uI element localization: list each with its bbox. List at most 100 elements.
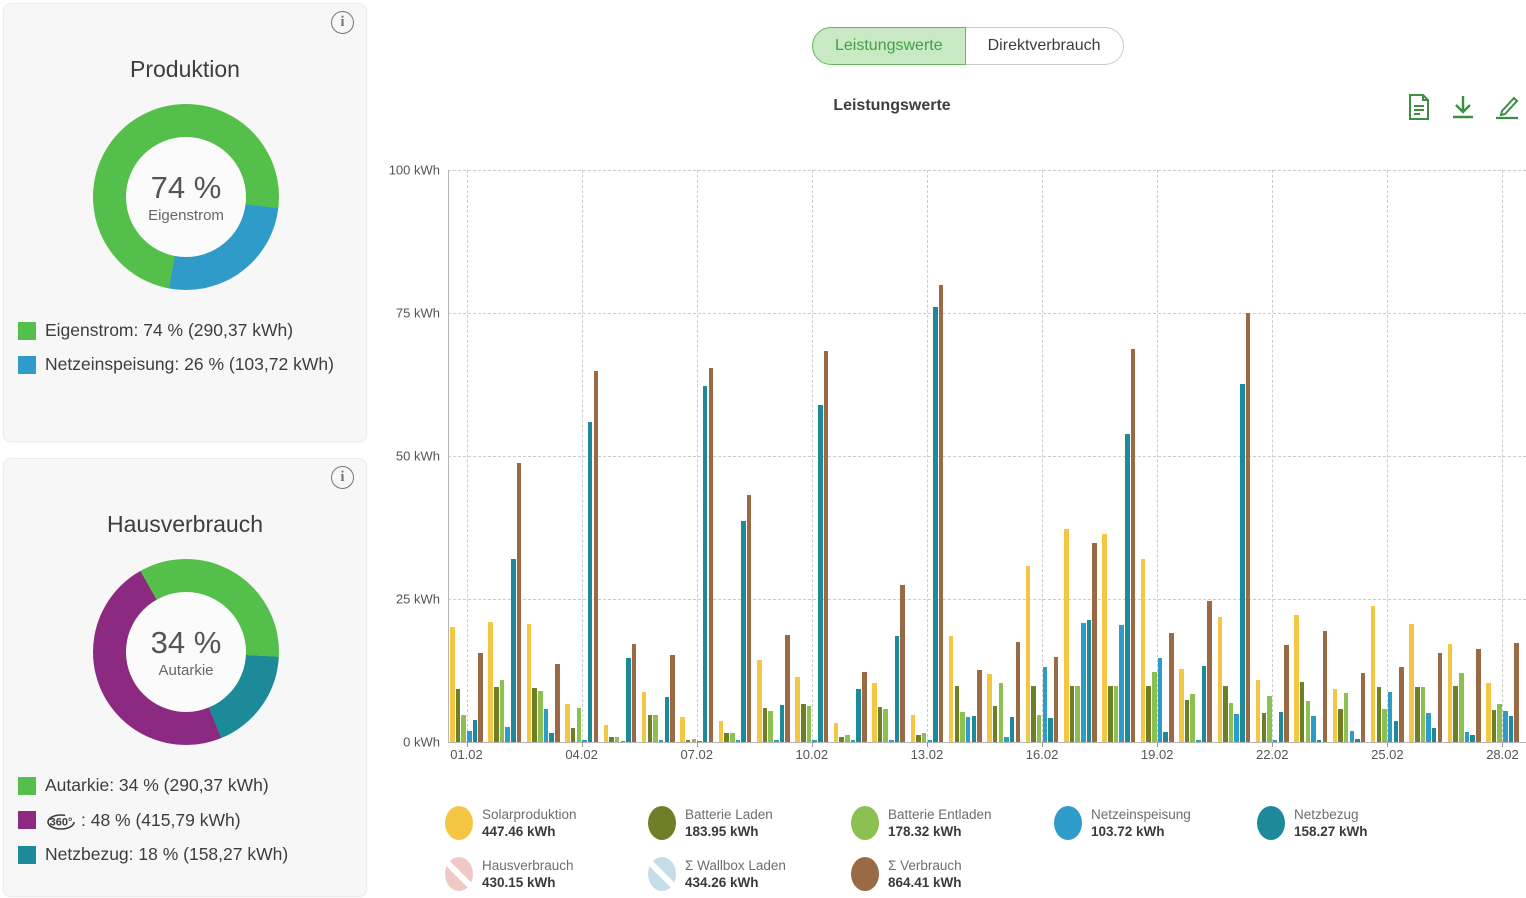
bar-batterie-entladen[interactable]: [692, 739, 697, 742]
chart-legend-item-netzeinspeisung[interactable]: Netzeinspeisung103.72 kWh: [1054, 806, 1191, 840]
bar-solarproduktion[interactable]: [872, 683, 877, 742]
bar-netzbezug[interactable]: [588, 422, 593, 742]
bar-netzeinspeisung[interactable]: [1196, 740, 1201, 742]
bar-netzeinspeisung[interactable]: [851, 740, 856, 742]
bar-netzeinspeisung[interactable]: [1158, 658, 1163, 742]
bar-batterie-laden[interactable]: [955, 686, 960, 742]
bar-netzeinspeisung[interactable]: [467, 731, 472, 742]
bar--verbrauch[interactable]: [785, 635, 790, 743]
bar-batterie-laden[interactable]: [1070, 686, 1075, 742]
bar-netzbezug[interactable]: [1048, 718, 1053, 742]
info-icon[interactable]: i: [331, 11, 354, 34]
bar-netzeinspeisung[interactable]: [697, 741, 702, 742]
bar--verbrauch[interactable]: [555, 664, 560, 742]
bar-batterie-entladen[interactable]: [960, 712, 965, 742]
bar-solarproduktion[interactable]: [1102, 534, 1107, 742]
bar--verbrauch[interactable]: [1207, 601, 1212, 742]
bar-netzbezug[interactable]: [665, 697, 670, 742]
bar-solarproduktion[interactable]: [757, 660, 762, 742]
bar-batterie-entladen[interactable]: [1037, 715, 1042, 742]
bar-batterie-laden[interactable]: [1262, 713, 1267, 742]
bar-netzeinspeisung[interactable]: [1350, 731, 1355, 742]
bar-batterie-laden[interactable]: [532, 688, 537, 742]
bar-netzbezug[interactable]: [1355, 739, 1360, 742]
bar-batterie-laden[interactable]: [1300, 682, 1305, 742]
bar-netzbezug[interactable]: [780, 705, 785, 742]
bar-netzbezug[interactable]: [1087, 620, 1092, 742]
bar--verbrauch[interactable]: [1169, 633, 1174, 742]
chart-legend-item-netzbezug[interactable]: Netzbezug158.27 kWh: [1257, 806, 1368, 840]
bar--verbrauch[interactable]: [939, 285, 944, 742]
bar-batterie-entladen[interactable]: [1152, 672, 1157, 742]
bar-solarproduktion[interactable]: [1371, 606, 1376, 742]
report-icon[interactable]: [1406, 94, 1432, 120]
bar-batterie-entladen[interactable]: [999, 683, 1004, 742]
bar-netzeinspeisung[interactable]: [1465, 732, 1470, 742]
bar-batterie-laden[interactable]: [456, 689, 461, 742]
bar-batterie-entladen[interactable]: [845, 735, 850, 742]
bar-solarproduktion[interactable]: [1218, 617, 1223, 742]
bar--verbrauch[interactable]: [1016, 642, 1021, 742]
bar-netzbezug[interactable]: [1470, 735, 1475, 742]
bar-solarproduktion[interactable]: [565, 704, 570, 742]
bar-solarproduktion[interactable]: [1486, 683, 1491, 742]
bar-batterie-entladen[interactable]: [500, 680, 505, 742]
bar-netzbezug[interactable]: [1394, 721, 1399, 742]
bar-solarproduktion[interactable]: [642, 692, 647, 742]
bar-batterie-entladen[interactable]: [1306, 701, 1311, 742]
bar-netzeinspeisung[interactable]: [582, 740, 587, 742]
bar-netzeinspeisung[interactable]: [1043, 667, 1048, 742]
bar-netzeinspeisung[interactable]: [1503, 711, 1508, 742]
bar-solarproduktion[interactable]: [987, 674, 992, 742]
bar--verbrauch[interactable]: [900, 585, 905, 742]
bar-batterie-entladen[interactable]: [1344, 693, 1349, 742]
bar-netzeinspeisung[interactable]: [621, 741, 626, 742]
bar--verbrauch[interactable]: [1131, 349, 1136, 742]
bar-batterie-entladen[interactable]: [1459, 673, 1464, 742]
bar-batterie-entladen[interactable]: [615, 737, 620, 742]
bar-batterie-laden[interactable]: [494, 687, 499, 742]
bar-batterie-entladen[interactable]: [883, 709, 888, 742]
bar-netzbezug[interactable]: [1240, 384, 1245, 742]
bar--verbrauch[interactable]: [1323, 631, 1328, 742]
bar-netzbezug[interactable]: [1010, 717, 1015, 742]
bar-batterie-entladen[interactable]: [538, 691, 543, 743]
bar-batterie-entladen[interactable]: [922, 733, 927, 742]
bar-batterie-laden[interactable]: [724, 733, 729, 742]
bar-netzeinspeisung[interactable]: [1004, 737, 1009, 742]
bar-batterie-entladen[interactable]: [1421, 687, 1426, 743]
bar-netzbezug[interactable]: [741, 521, 746, 742]
bar-netzbezug[interactable]: [895, 636, 900, 742]
bar-batterie-entladen[interactable]: [653, 715, 658, 742]
bar-batterie-laden[interactable]: [1338, 709, 1343, 742]
bar-solarproduktion[interactable]: [1141, 559, 1146, 742]
bar-batterie-laden[interactable]: [801, 704, 806, 742]
bar-netzbezug[interactable]: [933, 307, 938, 742]
bar-batterie-laden[interactable]: [1453, 686, 1458, 742]
bar--verbrauch[interactable]: [594, 371, 599, 742]
chart-legend-item-batterie-entladen[interactable]: Batterie Entladen178.32 kWh: [851, 806, 992, 840]
bar--verbrauch[interactable]: [1246, 313, 1251, 742]
info-icon[interactable]: i: [331, 466, 354, 489]
bar-netzeinspeisung[interactable]: [1119, 625, 1124, 742]
bar-batterie-entladen[interactable]: [1382, 709, 1387, 742]
bar-netzbezug[interactable]: [1125, 434, 1130, 742]
bar-netzbezug[interactable]: [703, 386, 708, 742]
bar-solarproduktion[interactable]: [719, 721, 724, 742]
bar-batterie-laden[interactable]: [1377, 687, 1382, 743]
bar-batterie-entladen[interactable]: [807, 706, 812, 742]
bar-netzbezug[interactable]: [972, 716, 977, 742]
bar-netzeinspeisung[interactable]: [1234, 714, 1239, 742]
bar-netzbezug[interactable]: [1279, 712, 1284, 742]
bar-netzbezug[interactable]: [549, 733, 554, 742]
bar-batterie-entladen[interactable]: [730, 733, 735, 742]
edit-icon[interactable]: [1494, 94, 1520, 120]
bar-batterie-laden[interactable]: [878, 707, 883, 742]
bar-batterie-entladen[interactable]: [1075, 686, 1080, 742]
bar--verbrauch[interactable]: [632, 644, 637, 742]
chart-legend-item-solarproduktion[interactable]: Solarproduktion447.46 kWh: [445, 806, 577, 840]
bar-solarproduktion[interactable]: [1448, 644, 1453, 742]
bar-solarproduktion[interactable]: [1333, 689, 1338, 742]
bar-batterie-laden[interactable]: [609, 737, 614, 742]
bar-solarproduktion[interactable]: [834, 723, 839, 742]
